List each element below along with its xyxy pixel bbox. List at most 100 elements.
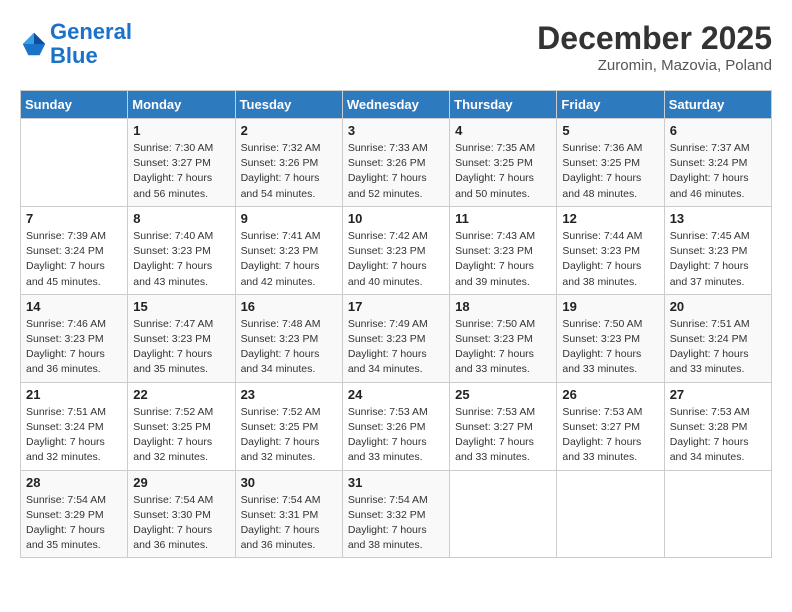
day-info: Sunrise: 7:46 AMSunset: 3:23 PMDaylight:… bbox=[26, 317, 122, 378]
day-info: Sunrise: 7:45 AMSunset: 3:23 PMDaylight:… bbox=[670, 229, 766, 290]
day-number: 28 bbox=[26, 475, 122, 490]
day-info: Sunrise: 7:44 AMSunset: 3:23 PMDaylight:… bbox=[562, 229, 658, 290]
day-info: Sunrise: 7:35 AMSunset: 3:25 PMDaylight:… bbox=[455, 141, 551, 202]
day-number: 30 bbox=[241, 475, 337, 490]
calendar-cell: 23Sunrise: 7:52 AMSunset: 3:25 PMDayligh… bbox=[235, 382, 342, 470]
calendar-cell: 4 Sunrise: 7:35 AMSunset: 3:25 PMDaylight… bbox=[450, 119, 557, 207]
day-info: Sunrise: 7:53 AMSunset: 3:26 PMDaylight:… bbox=[348, 405, 444, 466]
calendar-cell: 5Sunrise: 7:36 AMSunset: 3:25 PMDaylight… bbox=[557, 119, 664, 207]
day-number: 2 bbox=[241, 123, 337, 138]
calendar-cell: 6 Sunrise: 7:37 AMSunset: 3:24 PMDaylight… bbox=[664, 119, 771, 207]
page-header: General Blue December 2025 Zuromin, Mazo… bbox=[20, 20, 772, 74]
day-number: 15 bbox=[133, 299, 229, 314]
day-info: Sunrise: 7:53 AMSunset: 3:28 PMDaylight:… bbox=[670, 405, 766, 466]
calendar-cell: 10 Sunrise: 7:42 AMSunset: 3:23 PMDayligh… bbox=[342, 206, 449, 294]
logo-line2: Blue bbox=[50, 43, 98, 68]
calendar-cell: 2 Sunrise: 7:32 AMSunset: 3:26 PMDaylight… bbox=[235, 119, 342, 207]
day-number: 4 bbox=[455, 123, 551, 138]
logo-text: General Blue bbox=[50, 20, 132, 68]
day-number: 21 bbox=[26, 387, 122, 402]
calendar-cell: 8Sunrise: 7:40 AMSunset: 3:23 PMDaylight… bbox=[128, 206, 235, 294]
calendar-cell: 12 Sunrise: 7:44 AMSunset: 3:23 PMDayligh… bbox=[557, 206, 664, 294]
day-info: Sunrise: 7:49 AMSunset: 3:23 PMDaylight:… bbox=[348, 317, 444, 378]
calendar-cell: 18 Sunrise: 7:50 AMSunset: 3:23 PMDayligh… bbox=[450, 294, 557, 382]
calendar-cell: 22 Sunrise: 7:52 AMSunset: 3:25 PMDayligh… bbox=[128, 382, 235, 470]
day-number: 16 bbox=[241, 299, 337, 314]
day-info: Sunrise: 7:54 AMSunset: 3:31 PMDaylight:… bbox=[241, 493, 337, 554]
day-info: Sunrise: 7:48 AMSunset: 3:23 PMDaylight:… bbox=[241, 317, 337, 378]
day-info: Sunrise: 7:52 AMSunset: 3:25 PMDaylight:… bbox=[133, 405, 229, 466]
calendar-cell: 21 Sunrise: 7:51 AMSunset: 3:24 PMDayligh… bbox=[21, 382, 128, 470]
day-number: 10 bbox=[348, 211, 444, 226]
calendar-cell: 29 Sunrise: 7:54 AMSunset: 3:30 PMDayligh… bbox=[128, 470, 235, 558]
day-info: Sunrise: 7:43 AMSunset: 3:23 PMDaylight:… bbox=[455, 229, 551, 290]
day-number: 11 bbox=[455, 211, 551, 226]
day-info: Sunrise: 7:41 AMSunset: 3:23 PMDaylight:… bbox=[241, 229, 337, 290]
header-wednesday: Wednesday bbox=[342, 91, 449, 119]
day-number: 25 bbox=[455, 387, 551, 402]
day-info: Sunrise: 7:39 AMSunset: 3:24 PMDaylight:… bbox=[26, 229, 122, 290]
calendar-cell: 19Sunrise: 7:50 AMSunset: 3:23 PMDayligh… bbox=[557, 294, 664, 382]
calendar-cell: 31 Sunrise: 7:54 AMSunset: 3:32 PMDayligh… bbox=[342, 470, 449, 558]
day-info: Sunrise: 7:51 AMSunset: 3:24 PMDaylight:… bbox=[670, 317, 766, 378]
day-number: 31 bbox=[348, 475, 444, 490]
title-block: December 2025 Zuromin, Mazovia, Poland bbox=[537, 20, 772, 74]
calendar-week-3: 21 Sunrise: 7:51 AMSunset: 3:24 PMDayligh… bbox=[21, 382, 772, 470]
calendar-cell bbox=[664, 470, 771, 558]
calendar-cell: 16 Sunrise: 7:48 AMSunset: 3:23 PMDayligh… bbox=[235, 294, 342, 382]
day-number: 14 bbox=[26, 299, 122, 314]
day-number: 26 bbox=[562, 387, 658, 402]
header-friday: Friday bbox=[557, 91, 664, 119]
day-info: Sunrise: 7:50 AMSunset: 3:23 PMDaylight:… bbox=[455, 317, 551, 378]
calendar-cell: 13 Sunrise: 7:45 AMSunset: 3:23 PMDayligh… bbox=[664, 206, 771, 294]
calendar-cell: 11 Sunrise: 7:43 AMSunset: 3:23 PMDayligh… bbox=[450, 206, 557, 294]
calendar-header-row: SundayMondayTuesdayWednesdayThursdayFrid… bbox=[21, 91, 772, 119]
calendar-cell bbox=[557, 470, 664, 558]
day-number: 7 bbox=[26, 211, 122, 226]
day-info: Sunrise: 7:54 AMSunset: 3:29 PMDaylight:… bbox=[26, 493, 122, 554]
day-number: 9 bbox=[241, 211, 337, 226]
day-number: 18 bbox=[455, 299, 551, 314]
header-saturday: Saturday bbox=[664, 91, 771, 119]
calendar-week-4: 28 Sunrise: 7:54 AMSunset: 3:29 PMDayligh… bbox=[21, 470, 772, 558]
day-number: 6 bbox=[670, 123, 766, 138]
day-info: Sunrise: 7:54 AMSunset: 3:32 PMDaylight:… bbox=[348, 493, 444, 554]
calendar-cell: 20 Sunrise: 7:51 AMSunset: 3:24 PMDayligh… bbox=[664, 294, 771, 382]
calendar-cell bbox=[21, 119, 128, 207]
day-info: Sunrise: 7:37 AMSunset: 3:24 PMDaylight:… bbox=[670, 141, 766, 202]
day-info: Sunrise: 7:52 AMSunset: 3:25 PMDaylight:… bbox=[241, 405, 337, 466]
calendar-cell: 17Sunrise: 7:49 AMSunset: 3:23 PMDayligh… bbox=[342, 294, 449, 382]
day-info: Sunrise: 7:51 AMSunset: 3:24 PMDaylight:… bbox=[26, 405, 122, 466]
calendar-cell: 28 Sunrise: 7:54 AMSunset: 3:29 PMDayligh… bbox=[21, 470, 128, 558]
day-number: 20 bbox=[670, 299, 766, 314]
logo: General Blue bbox=[20, 20, 132, 68]
header-tuesday: Tuesday bbox=[235, 91, 342, 119]
day-number: 12 bbox=[562, 211, 658, 226]
calendar-cell: 30 Sunrise: 7:54 AMSunset: 3:31 PMDayligh… bbox=[235, 470, 342, 558]
day-number: 22 bbox=[133, 387, 229, 402]
day-info: Sunrise: 7:30 AMSunset: 3:27 PMDaylight:… bbox=[133, 141, 229, 202]
day-number: 1 bbox=[133, 123, 229, 138]
day-number: 13 bbox=[670, 211, 766, 226]
header-sunday: Sunday bbox=[21, 91, 128, 119]
day-info: Sunrise: 7:53 AMSunset: 3:27 PMDaylight:… bbox=[455, 405, 551, 466]
day-info: Sunrise: 7:32 AMSunset: 3:26 PMDaylight:… bbox=[241, 141, 337, 202]
day-info: Sunrise: 7:42 AMSunset: 3:23 PMDaylight:… bbox=[348, 229, 444, 290]
logo-icon bbox=[20, 30, 48, 58]
calendar-cell: 27Sunrise: 7:53 AMSunset: 3:28 PMDayligh… bbox=[664, 382, 771, 470]
calendar-cell: 14 Sunrise: 7:46 AMSunset: 3:23 PMDayligh… bbox=[21, 294, 128, 382]
day-number: 29 bbox=[133, 475, 229, 490]
month-title: December 2025 bbox=[537, 20, 772, 57]
day-number: 8 bbox=[133, 211, 229, 226]
calendar-cell: 3Sunrise: 7:33 AMSunset: 3:26 PMDaylight… bbox=[342, 119, 449, 207]
calendar-week-2: 14 Sunrise: 7:46 AMSunset: 3:23 PMDayligh… bbox=[21, 294, 772, 382]
header-thursday: Thursday bbox=[450, 91, 557, 119]
day-info: Sunrise: 7:36 AMSunset: 3:25 PMDaylight:… bbox=[562, 141, 658, 202]
calendar-week-0: 1 Sunrise: 7:30 AMSunset: 3:27 PMDaylight… bbox=[21, 119, 772, 207]
calendar-table: SundayMondayTuesdayWednesdayThursdayFrid… bbox=[20, 90, 772, 558]
calendar-cell: 24Sunrise: 7:53 AMSunset: 3:26 PMDayligh… bbox=[342, 382, 449, 470]
calendar-cell: 9 Sunrise: 7:41 AMSunset: 3:23 PMDaylight… bbox=[235, 206, 342, 294]
day-info: Sunrise: 7:50 AMSunset: 3:23 PMDaylight:… bbox=[562, 317, 658, 378]
calendar-cell: 7 Sunrise: 7:39 AMSunset: 3:24 PMDaylight… bbox=[21, 206, 128, 294]
day-info: Sunrise: 7:54 AMSunset: 3:30 PMDaylight:… bbox=[133, 493, 229, 554]
